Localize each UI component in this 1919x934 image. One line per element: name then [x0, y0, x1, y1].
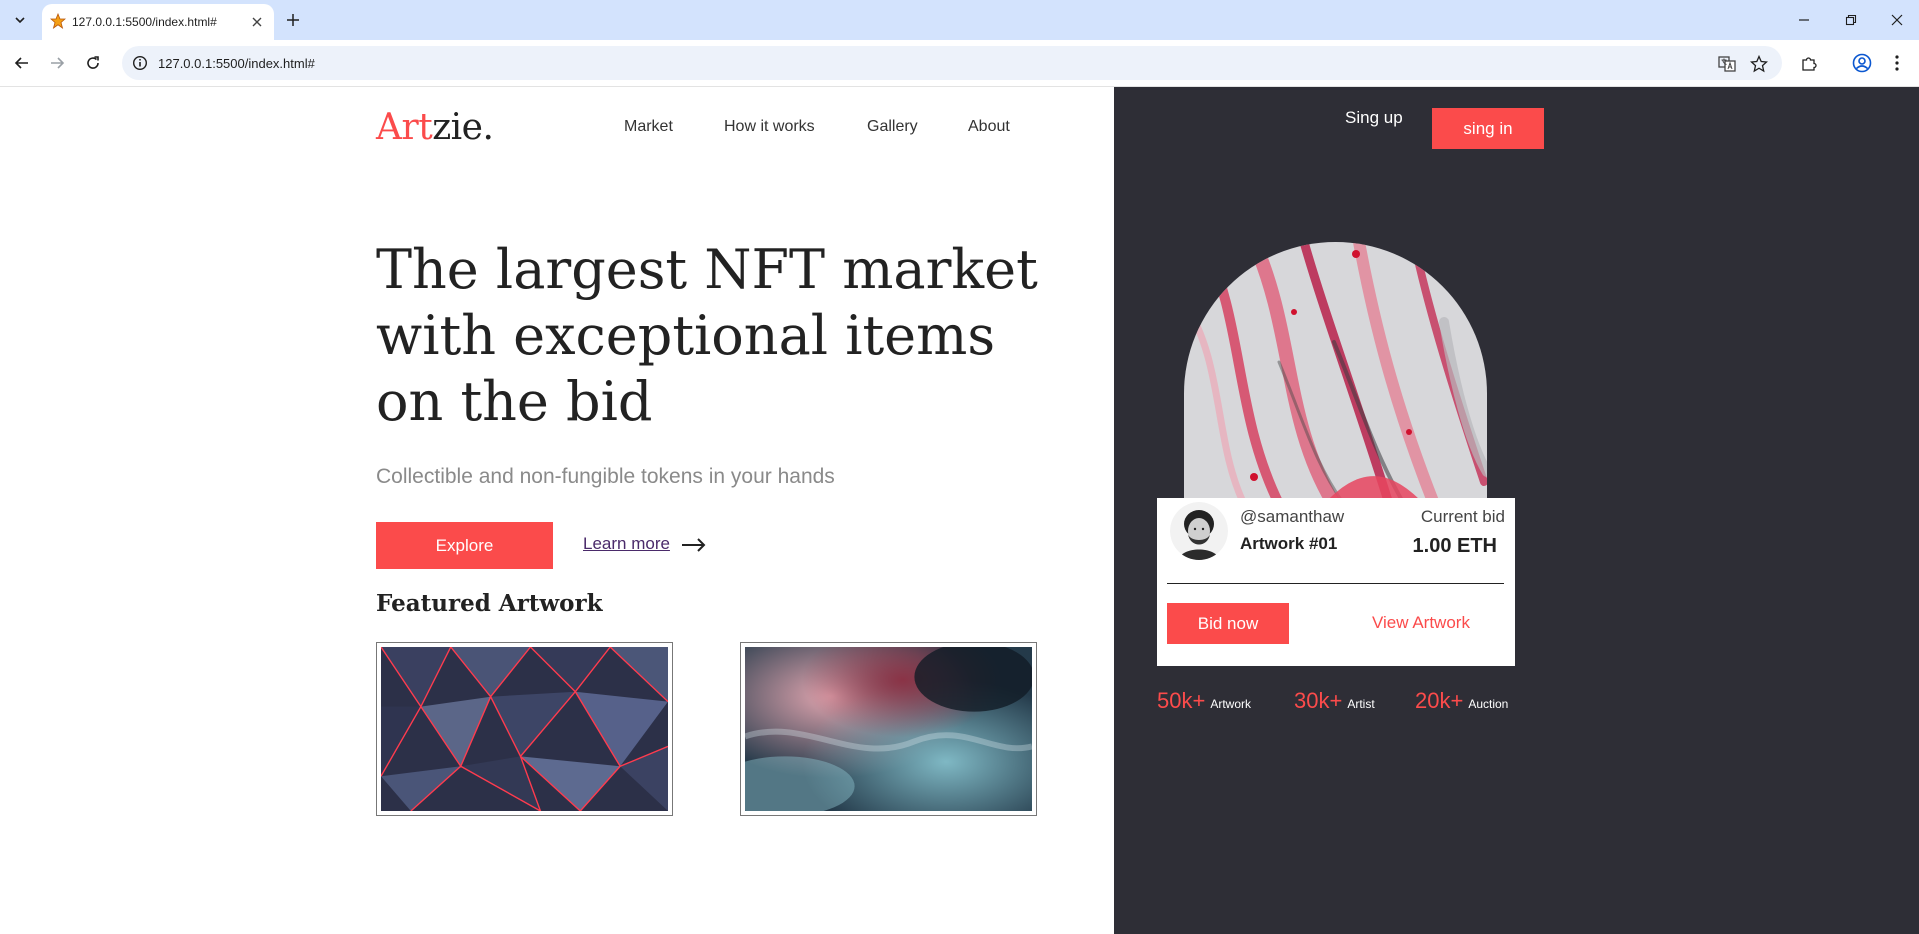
bookmark-star-icon[interactable]	[1750, 55, 1768, 73]
nav-link-how-it-works[interactable]: How it works	[724, 118, 815, 136]
bid-card: @samanthaw Artwork #01 Current bid 1.00 …	[1157, 498, 1515, 666]
bid-divider	[1167, 583, 1504, 584]
close-window-icon[interactable]	[1883, 6, 1911, 34]
site-logo[interactable]: Artzie.	[376, 107, 494, 148]
minimize-icon[interactable]	[1790, 6, 1818, 34]
tab-list-chevron-icon[interactable]	[8, 8, 32, 32]
stat-auction: 20k+ Auction	[1415, 688, 1508, 714]
view-artwork-link[interactable]: View Artwork	[1372, 613, 1470, 633]
nav-link-market[interactable]: Market	[624, 118, 673, 136]
page-viewport: Artzie. Market How it works Gallery Abou…	[0, 87, 1919, 934]
logo-accent-text: Art	[376, 107, 433, 148]
smoke-artwork-image	[715, 642, 1034, 816]
browser-tab[interactable]: 127.0.0.1:5500/index.html#	[42, 4, 274, 40]
bid-now-button[interactable]: Bid now	[1167, 603, 1289, 644]
new-tab-plus-icon[interactable]	[282, 9, 304, 31]
stat-label: Auction	[1468, 697, 1509, 711]
extensions-puzzle-icon[interactable]	[1798, 52, 1820, 74]
browser-toolbar: 127.0.0.1:5500/index.html#	[0, 40, 1919, 87]
restore-icon[interactable]	[1837, 6, 1865, 34]
explore-button[interactable]: Explore	[376, 522, 553, 569]
avatar[interactable]	[1170, 502, 1228, 560]
signin-button[interactable]: sing in	[1432, 108, 1544, 149]
stat-value: 20k+	[1415, 688, 1464, 713]
current-bid-label: Current bid	[1420, 507, 1505, 526]
nav-link-gallery[interactable]: Gallery	[867, 118, 918, 136]
stat-value: 30k+	[1294, 688, 1343, 713]
translate-icon[interactable]	[1718, 55, 1736, 73]
featured-artwork-card-2[interactable]	[715, 642, 1037, 816]
polygon-artwork-image	[380, 645, 669, 813]
back-arrow-icon[interactable]	[10, 51, 34, 75]
signup-link[interactable]: Sing up	[1345, 108, 1403, 128]
site-info-icon[interactable]	[132, 55, 148, 71]
address-bar[interactable]: 127.0.0.1:5500/index.html#	[122, 46, 1782, 80]
tab-title: 127.0.0.1:5500/index.html#	[72, 15, 217, 29]
stat-label: Artist	[1347, 697, 1375, 711]
profile-avatar-icon[interactable]	[1851, 52, 1873, 74]
more-menu-icon[interactable]	[1886, 52, 1908, 74]
url-text[interactable]: 127.0.0.1:5500/index.html#	[158, 56, 315, 71]
arrow-right-icon[interactable]	[681, 537, 707, 553]
browser-tab-bar: 127.0.0.1:5500/index.html#	[0, 0, 1919, 40]
forward-arrow-icon[interactable]	[45, 51, 69, 75]
star-favicon-icon	[50, 13, 66, 29]
tab-close-icon[interactable]	[248, 13, 266, 31]
featured-artwork-card-1[interactable]	[376, 642, 673, 816]
nav-link-about[interactable]: About	[968, 118, 1010, 136]
stat-artist: 30k+ Artist	[1294, 688, 1375, 714]
stat-label: Artwork	[1210, 697, 1251, 711]
featured-artwork-title: Featured Artwork	[376, 590, 603, 617]
logo-rest-text: zie.	[432, 107, 494, 148]
stat-artwork: 50k+ Artwork	[1157, 688, 1251, 714]
current-bid-value: 1.00 ETH	[1412, 535, 1497, 557]
stat-value: 50k+	[1157, 688, 1206, 713]
hero-subtitle: Collectible and non-fungible tokens in y…	[376, 465, 835, 488]
bid-username[interactable]: @samanthaw	[1240, 507, 1344, 527]
bid-artwork-name: Artwork #01	[1240, 534, 1338, 553]
hero-title: The largest NFT market with exceptional …	[376, 238, 1038, 433]
learn-more-link[interactable]: Learn more	[583, 534, 670, 554]
reload-icon[interactable]	[81, 51, 105, 75]
